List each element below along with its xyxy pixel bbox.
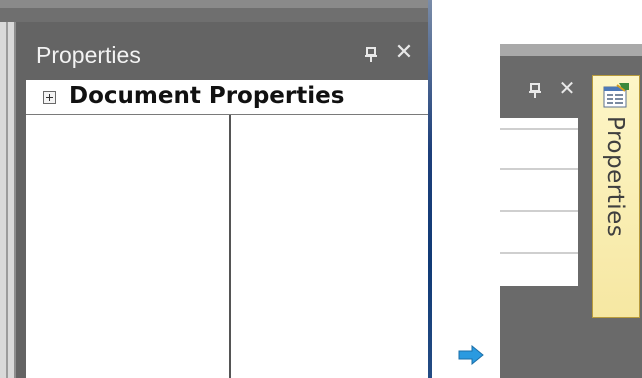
- close-icon[interactable]: ✕: [556, 77, 578, 99]
- pin-icon[interactable]: [364, 46, 378, 62]
- grid-row-line: [500, 210, 578, 212]
- left-edge-strip: [0, 22, 14, 378]
- splitter-bar[interactable]: [428, 0, 432, 378]
- grid-row-line: [500, 128, 578, 130]
- properties-window-icon: [601, 82, 631, 110]
- right-top-strip: [500, 44, 642, 56]
- autohide-panel-area: ✕ Properties: [500, 0, 642, 378]
- column-divider[interactable]: [229, 115, 231, 378]
- arrow-right-icon: [458, 344, 484, 366]
- top-toolbar-strip: [0, 0, 432, 8]
- plus-box-icon[interactable]: [43, 91, 56, 104]
- category-row-document-properties[interactable]: Document Properties: [26, 80, 428, 115]
- panel-title: Properties: [36, 42, 141, 68]
- sliding-panel-header: ✕: [500, 56, 590, 118]
- pin-icon[interactable]: [528, 82, 542, 98]
- autohide-tab-label: Properties: [602, 116, 628, 238]
- properties-autohide-tab[interactable]: Properties: [592, 75, 640, 318]
- grid-row-line: [500, 252, 578, 254]
- grid-row-line: [500, 168, 578, 170]
- sliding-property-grid: [500, 118, 578, 286]
- property-grid: Document Properties: [26, 80, 428, 378]
- properties-panel: Properties ✕ Document Properties: [14, 22, 428, 378]
- close-icon[interactable]: ✕: [392, 41, 416, 65]
- properties-panel-header[interactable]: Properties ✕: [16, 22, 428, 80]
- category-label: Document Properties: [69, 83, 345, 109]
- docked-panel-area: Properties ✕ Document Properties: [0, 0, 432, 378]
